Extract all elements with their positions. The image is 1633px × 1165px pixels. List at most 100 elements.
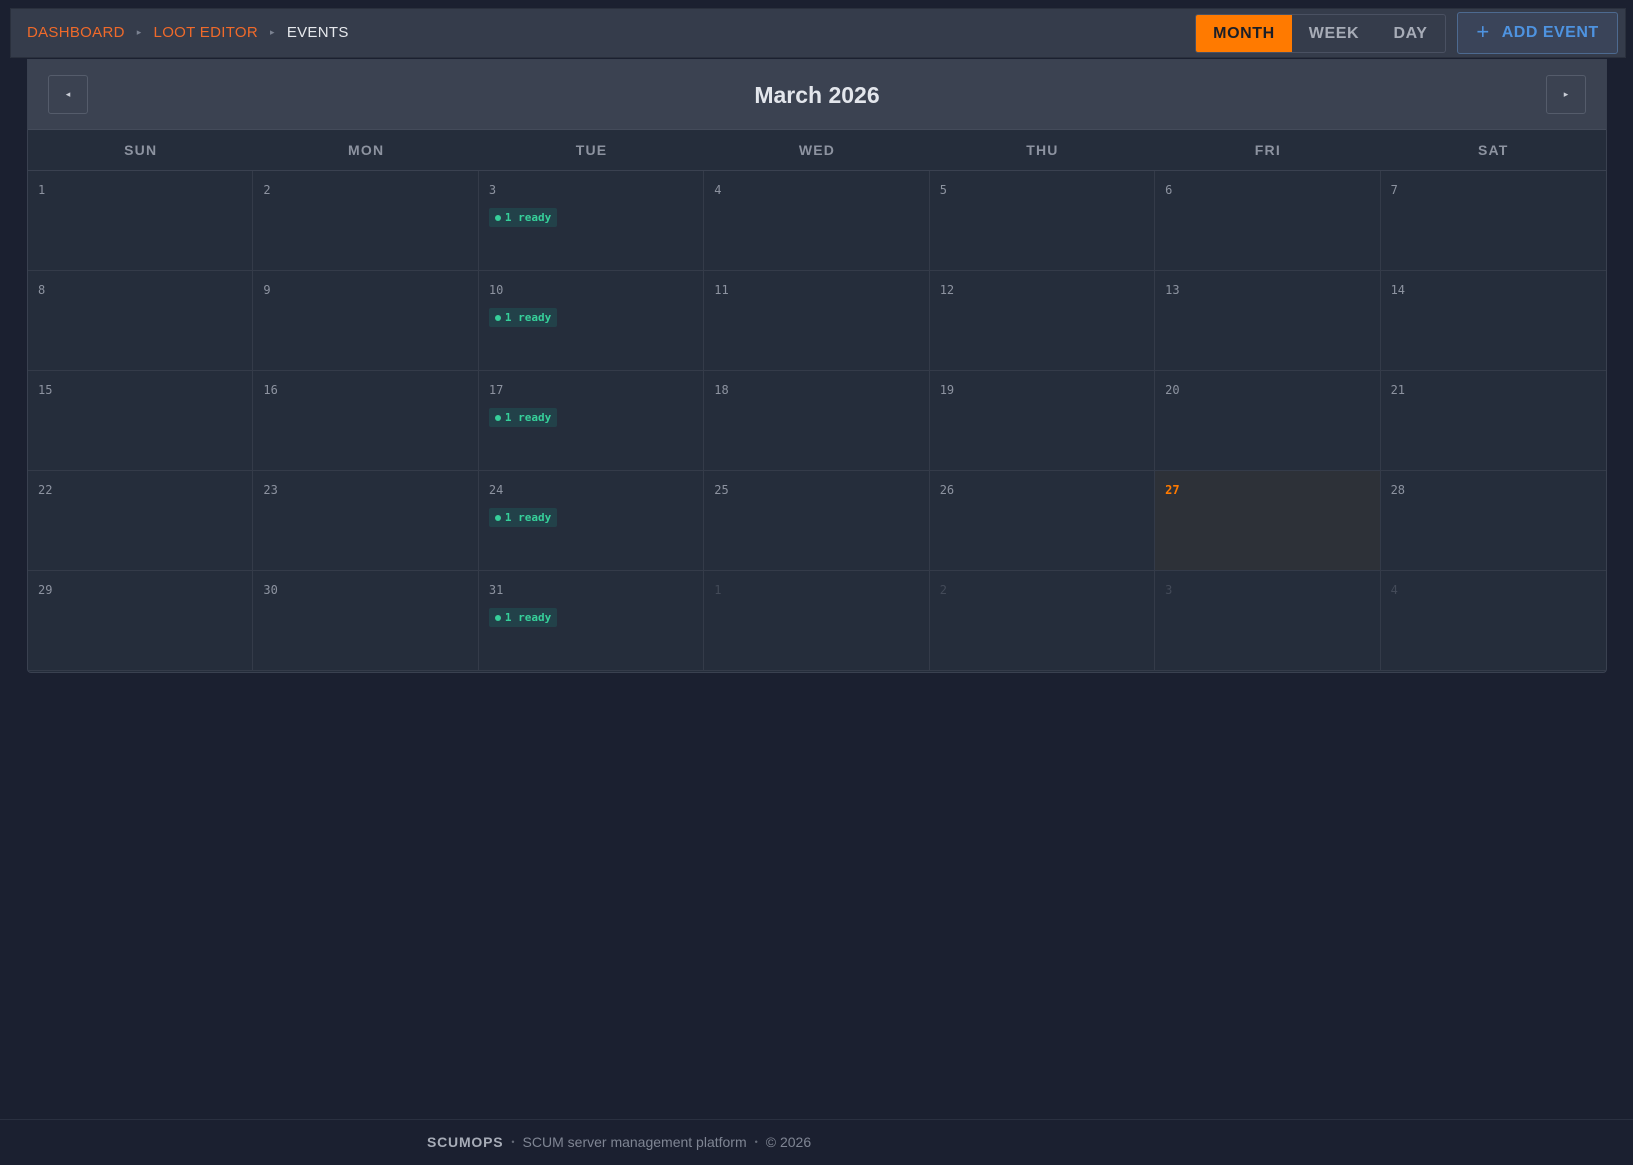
day-cell[interactable]: 30: [253, 571, 479, 671]
footer-separator: •: [511, 1137, 515, 1147]
weekday-sun: SUN: [124, 142, 158, 158]
day-cell[interactable]: 23: [253, 471, 479, 571]
event-ready-label: 1 ready: [504, 211, 552, 224]
day-number: 13: [1165, 283, 1180, 297]
day-number: 5: [939, 183, 947, 197]
day-number: 22: [38, 483, 53, 497]
day-cell[interactable]: 25: [704, 471, 930, 571]
weekday-mon: MON: [348, 142, 385, 158]
day-number: 9: [263, 283, 271, 297]
day-cell[interactable]: 24 1 ready: [478, 471, 705, 571]
day-cell[interactable]: 29: [28, 571, 254, 671]
day-cell[interactable]: 13: [1155, 271, 1381, 371]
plus-icon: +: [1476, 19, 1490, 44]
day-number: 3: [488, 183, 497, 197]
add-event-label: ADD EVENT: [1501, 24, 1599, 41]
day-number: 4: [714, 183, 722, 197]
day-cell[interactable]: 14: [1380, 271, 1606, 371]
day-cell[interactable]: 7: [1380, 171, 1606, 271]
day-number: 10: [488, 283, 504, 297]
breadcrumb: DASHBOARD ▸ LOOT EDITOR ▸ EVENTS: [27, 9, 349, 55]
week-view-button[interactable]: WEEK: [1292, 15, 1376, 52]
day-cell[interactable]: 2: [929, 571, 1156, 671]
day-number: 24: [488, 483, 504, 497]
weekday-fri: FRI: [1254, 142, 1281, 158]
day-number: 18: [714, 383, 729, 397]
day-number: 17: [488, 383, 504, 397]
day-cell[interactable]: 8: [28, 271, 254, 371]
event-ready-badge[interactable]: 1 ready: [488, 308, 558, 327]
day-cell[interactable]: 1: [28, 171, 254, 271]
breadcrumb-loot-editor[interactable]: LOOT EDITOR: [154, 24, 258, 41]
day-cell[interactable]: 17 1 ready: [478, 371, 705, 471]
day-cell[interactable]: 4: [1380, 571, 1606, 671]
day-cell[interactable]: 9: [253, 271, 479, 371]
month-title: March 2026: [754, 81, 880, 108]
day-cell[interactable]: 28: [1380, 471, 1606, 571]
prev-month-button[interactable]: ◂: [48, 75, 88, 114]
day-cell[interactable]: 31 1 ready: [478, 571, 705, 671]
day-number: 4: [1390, 583, 1398, 597]
day-cell[interactable]: 10 1 ready: [478, 271, 705, 371]
event-ready-badge[interactable]: 1 ready: [488, 408, 558, 427]
top-bar: DASHBOARD ▸ LOOT EDITOR ▸ EVENTS MONTH W…: [10, 8, 1626, 58]
event-ready-badge[interactable]: 1 ready: [488, 508, 558, 527]
day-number: 3: [1165, 583, 1173, 597]
day-number: 11: [714, 283, 729, 297]
day-number: 19: [939, 383, 955, 397]
chevron-left-icon: ◂: [65, 89, 71, 99]
month-view-button[interactable]: MONTH: [1196, 15, 1292, 52]
day-cell-today[interactable]: 27: [1155, 471, 1381, 571]
day-cell[interactable]: 5: [929, 171, 1156, 271]
day-number: 2: [263, 183, 271, 197]
add-event-button[interactable]: + ADD EVENT: [1457, 12, 1618, 54]
footer-separator: •: [754, 1137, 758, 1147]
day-view-button[interactable]: DAY: [1376, 15, 1445, 52]
day-number: 20: [1165, 383, 1180, 397]
day-cell[interactable]: 1: [704, 571, 930, 671]
day-cell[interactable]: 22: [28, 471, 254, 571]
day-number: 28: [1390, 483, 1406, 497]
day-number: 7: [1390, 183, 1398, 197]
day-cell[interactable]: 3 1 ready: [478, 171, 705, 271]
day-number: 31: [488, 583, 504, 597]
event-ready-label: 1 ready: [504, 411, 552, 424]
day-number: 29: [38, 583, 53, 597]
footer-tagline: SCUM server management platform: [522, 1134, 747, 1150]
day-cell[interactable]: 6: [1155, 171, 1381, 271]
day-number: 6: [1165, 183, 1173, 197]
event-ready-badge[interactable]: 1 ready: [488, 208, 558, 227]
day-number: 15: [38, 383, 53, 397]
calendar-grid: 1231 ready 4 5 6 7 8 9 10 1 ready 11 12 13 14 15 16 17 1…: [28, 171, 1606, 671]
day-cell[interactable]: 21: [1380, 371, 1606, 471]
weekday-wed: WED: [798, 142, 836, 158]
day-cell[interactable]: 11: [704, 271, 930, 371]
breadcrumb-dashboard[interactable]: DASHBOARD: [27, 24, 125, 41]
event-ready-label: 1 ready: [504, 511, 552, 524]
event-ready-badge[interactable]: 1 ready: [488, 608, 558, 627]
day-number: 25: [714, 483, 729, 497]
breadcrumb-events: EVENTS: [286, 23, 349, 41]
weekday-thu: THU: [1026, 142, 1059, 158]
day-cell[interactable]: 20: [1155, 371, 1381, 471]
day-cell[interactable]: 15: [28, 371, 254, 471]
day-cell[interactable]: 4: [704, 171, 930, 271]
day-number: 26: [939, 483, 955, 497]
status-dot-icon: [494, 514, 501, 521]
status-dot-icon: [494, 414, 501, 421]
day-cell[interactable]: 18: [704, 371, 930, 471]
day-cell[interactable]: 19: [929, 371, 1156, 471]
calendar-header: March 2026 ◂ ▸: [28, 60, 1606, 130]
weekday-tue: TUE: [575, 142, 608, 158]
day-cell[interactable]: 3: [1155, 571, 1381, 671]
day-number: 12: [939, 283, 955, 297]
day-cell[interactable]: 26: [929, 471, 1156, 571]
day-number: 1: [38, 183, 46, 197]
status-dot-icon: [494, 314, 501, 321]
day-cell[interactable]: 16: [253, 371, 479, 471]
day-cell[interactable]: 12: [929, 271, 1156, 371]
next-month-button[interactable]: ▸: [1546, 75, 1586, 114]
day-cell[interactable]: 2: [253, 171, 479, 271]
event-ready-label: 1 ready: [504, 611, 552, 624]
day-number: 8: [38, 283, 46, 297]
